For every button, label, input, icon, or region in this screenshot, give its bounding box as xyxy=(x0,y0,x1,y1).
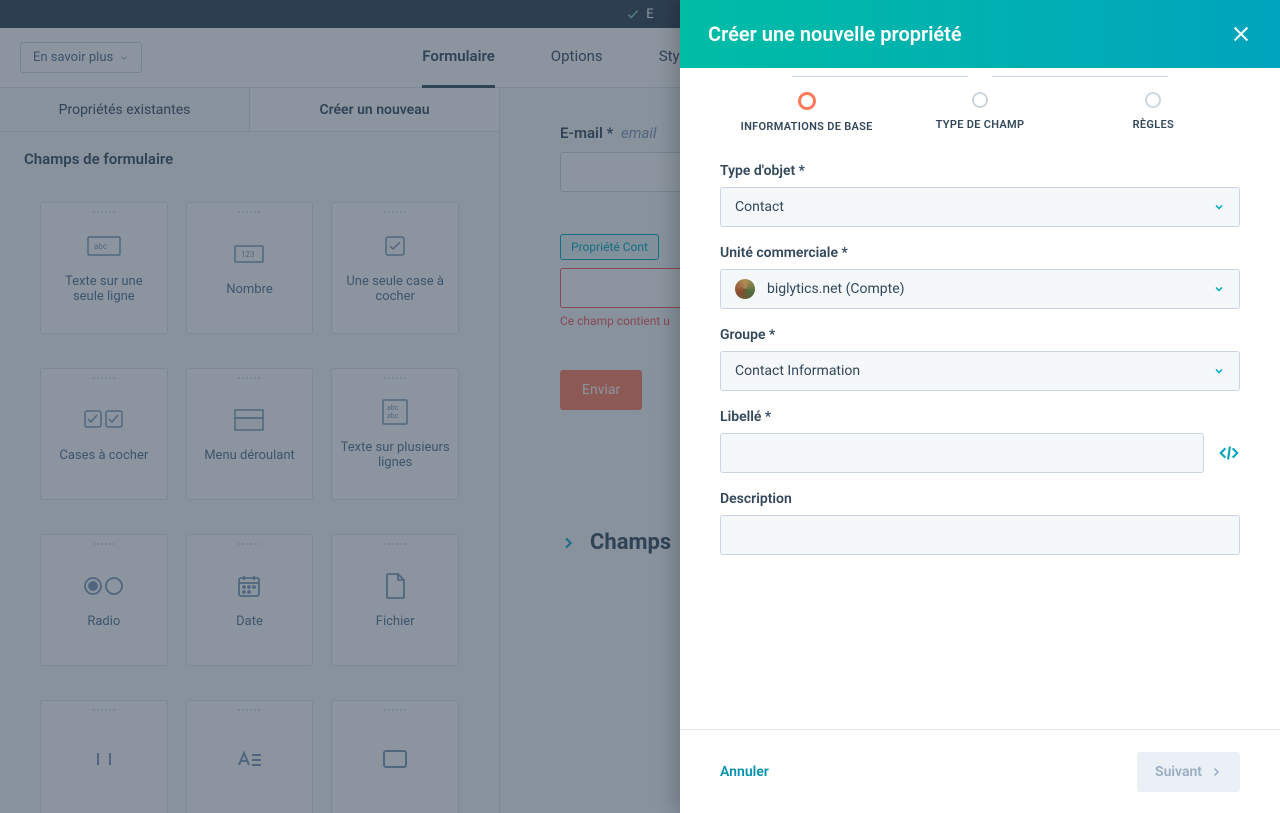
chevron-down-icon xyxy=(1213,201,1225,213)
business-unit-select[interactable]: biglytics.net (Compte) xyxy=(720,269,1240,309)
libelle-label: Libellé * xyxy=(720,409,1240,425)
object-type-select[interactable]: Contact xyxy=(720,187,1240,227)
next-button[interactable]: Suivant xyxy=(1137,752,1240,792)
business-unit-label: Unité commerciale * xyxy=(720,245,1240,261)
code-icon[interactable] xyxy=(1218,442,1240,464)
business-unit-value: biglytics.net (Compte) xyxy=(767,281,905,297)
group-select[interactable]: Contact Information xyxy=(720,351,1240,391)
create-property-panel: Créer une nouvelle propriété INFORMATION… xyxy=(680,0,1280,813)
step-label: RÈGLES xyxy=(1067,118,1240,131)
panel-form: Type d'objet * Contact Unité commerciale… xyxy=(680,133,1280,729)
step-label: TYPE DE CHAMP xyxy=(893,118,1066,131)
step-field-type[interactable]: TYPE DE CHAMP xyxy=(893,92,1066,133)
chevron-down-icon xyxy=(1213,365,1225,377)
chevron-down-icon xyxy=(1213,283,1225,295)
step-basic-info[interactable]: INFORMATIONS DE BASE xyxy=(720,92,893,133)
panel-title: Créer une nouvelle propriété xyxy=(708,22,962,46)
object-type-value: Contact xyxy=(735,199,784,215)
step-rules[interactable]: RÈGLES xyxy=(1067,92,1240,133)
description-label: Description xyxy=(720,491,1240,507)
panel-footer: Annuler Suivant xyxy=(680,729,1280,813)
object-type-label: Type d'objet * xyxy=(720,163,1240,179)
group-value: Contact Information xyxy=(735,363,860,379)
next-button-label: Suivant xyxy=(1155,764,1202,780)
panel-header: Créer une nouvelle propriété xyxy=(680,0,1280,68)
step-label: INFORMATIONS DE BASE xyxy=(720,120,893,133)
cancel-button[interactable]: Annuler xyxy=(720,764,769,780)
description-input[interactable] xyxy=(720,515,1240,555)
close-icon[interactable] xyxy=(1230,23,1252,45)
stepper: INFORMATIONS DE BASE TYPE DE CHAMP RÈGLE… xyxy=(680,68,1280,133)
business-unit-avatar-icon xyxy=(735,279,755,299)
chevron-right-icon xyxy=(1210,766,1222,778)
group-label: Groupe * xyxy=(720,327,1240,343)
libelle-input[interactable] xyxy=(720,433,1204,473)
